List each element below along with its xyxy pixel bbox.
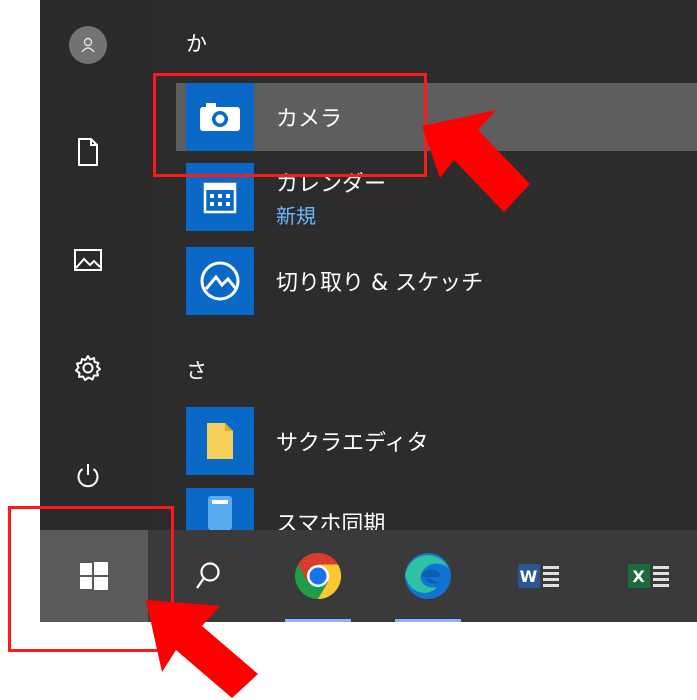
sakura-editor-tile xyxy=(186,407,254,475)
arrow-to-start xyxy=(146,600,258,698)
power-icon xyxy=(77,464,99,488)
chrome-icon xyxy=(295,552,342,600)
section-header-sa[interactable]: さ xyxy=(186,355,207,385)
app-item-snip-sketch[interactable]: 切り取り & スケッチ xyxy=(176,247,697,315)
phone-icon xyxy=(208,496,232,530)
power-button[interactable] xyxy=(60,448,116,504)
app-name: 切り取り & スケッチ xyxy=(276,271,484,296)
app-name: サクラエディタ xyxy=(276,431,429,456)
settings-button[interactable] xyxy=(60,340,116,396)
snip-sketch-tile xyxy=(186,247,254,315)
section-header-ka[interactable]: か xyxy=(186,28,207,58)
arrow-to-camera xyxy=(422,110,530,212)
edge-icon xyxy=(405,553,451,599)
settings-icon xyxy=(75,355,101,381)
calendar-icon xyxy=(203,182,237,214)
user-account-button[interactable] xyxy=(60,17,116,73)
word-button[interactable]: W xyxy=(495,530,581,622)
running-indicator xyxy=(285,619,351,622)
user-icon xyxy=(69,26,107,64)
word-icon: W xyxy=(517,564,559,588)
pictures-button[interactable] xyxy=(60,232,116,288)
new-badge: 新規 xyxy=(276,203,316,228)
excel-letter: X xyxy=(627,564,650,588)
documents-button[interactable] xyxy=(60,124,116,180)
search-icon xyxy=(196,562,220,589)
excel-button[interactable]: X xyxy=(605,530,691,622)
document-icon xyxy=(78,138,98,166)
chrome-button[interactable] xyxy=(275,530,361,622)
start-menu-rail xyxy=(40,0,153,530)
app-item-sakura-editor[interactable]: サクラエディタ xyxy=(176,407,697,475)
highlight-box-camera xyxy=(153,73,427,177)
snip-sketch-icon xyxy=(200,261,240,301)
word-letter: W xyxy=(517,564,540,588)
running-indicator xyxy=(395,619,461,622)
edge-button[interactable] xyxy=(385,530,471,622)
excel-icon: X xyxy=(627,564,669,588)
pictures-icon xyxy=(74,249,102,271)
folder-icon xyxy=(207,423,233,459)
